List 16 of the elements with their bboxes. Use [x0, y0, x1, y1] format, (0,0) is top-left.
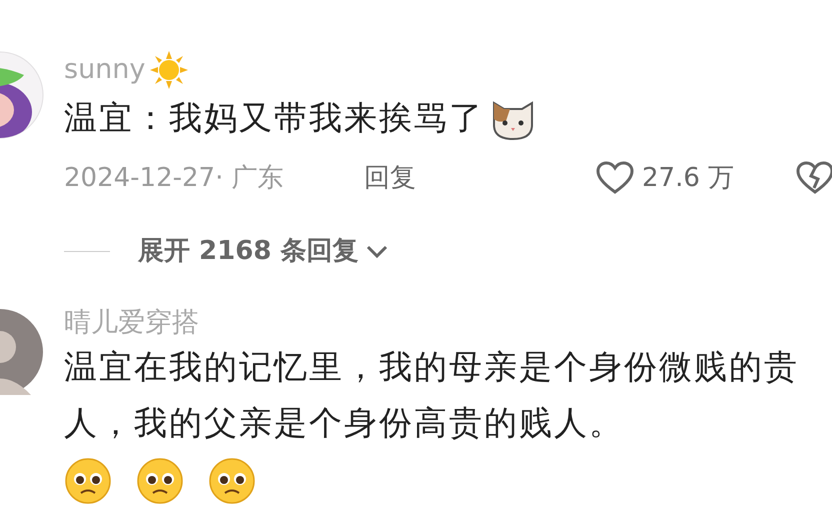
date-location: 2024-12-27· 广东 [64, 162, 285, 194]
heart-icon[interactable] [596, 161, 634, 195]
expand-replies-link[interactable]: 展开 2168 条回复 [138, 232, 358, 271]
comment-text: 温宜在我的记忆里，我的母亲是个身份微贱的贵人，我的父亲是个身份高贵的贱人。 [64, 347, 799, 442]
chevron-down-icon[interactable] [366, 244, 388, 258]
like-count: 27.6 万 [642, 162, 734, 194]
pleading-face-icon [208, 457, 256, 506]
sun-icon [149, 50, 190, 90]
reply-link[interactable]: 回复 [364, 158, 596, 198]
cat-face-icon [490, 98, 536, 141]
pleading-face-icon [136, 457, 184, 506]
comment-text: 温宜：我妈又带我来挨骂了 [64, 98, 484, 137]
username: sunny [64, 54, 146, 86]
pleading-face-icon [64, 457, 112, 506]
broken-heart-icon[interactable] [796, 161, 832, 195]
username: 晴儿爱穿搭 [64, 307, 199, 340]
